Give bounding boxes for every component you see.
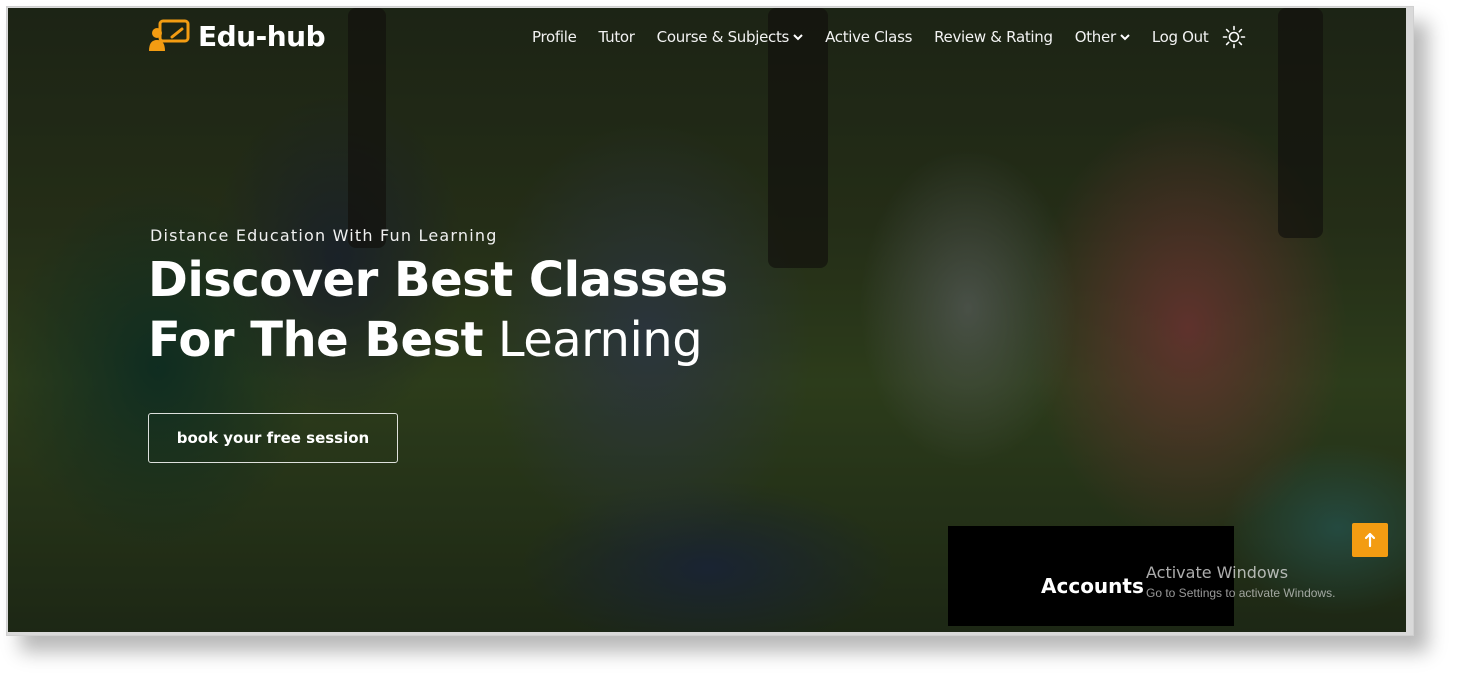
site-logo[interactable]: Edu-hub [148, 19, 326, 53]
headline-line-2-bold: For The Best [148, 312, 484, 368]
brand-name: Edu-hub [198, 19, 326, 53]
headline-line-2: For The Best Learning [148, 310, 728, 370]
teacher-board-icon [149, 19, 190, 51]
book-free-session-button[interactable]: book your free session [148, 413, 398, 463]
sun-icon[interactable] [1222, 25, 1246, 49]
chevron-down-icon [1120, 34, 1130, 41]
activate-windows-title: Activate Windows [1146, 563, 1289, 582]
nav-logout[interactable]: Log Out [1152, 28, 1209, 46]
nav-other[interactable]: Other [1075, 28, 1130, 46]
chevron-down-icon [793, 34, 803, 41]
scroll-to-top-button[interactable] [1352, 523, 1388, 557]
nav-course-subjects[interactable]: Course & Subjects [657, 28, 803, 46]
nav-review-rating[interactable]: Review & Rating [934, 28, 1053, 46]
main-nav: Profile Tutor Course & Subjects Active C… [532, 25, 1246, 49]
accounts-label[interactable]: Accounts [1041, 574, 1144, 598]
headline-line-1: Discover Best Classes [148, 250, 728, 310]
headline-line-1-text: Discover Best Classes [148, 252, 728, 308]
nav-course-subjects-label: Course & Subjects [656, 28, 790, 46]
activate-windows-subtitle: Go to Settings to activate Windows. [1146, 586, 1336, 600]
arrow-up-icon [1364, 532, 1376, 548]
nav-active-class[interactable]: Active Class [825, 28, 912, 46]
nav-profile[interactable]: Profile [532, 28, 577, 46]
nav-tutor[interactable]: Tutor [599, 28, 635, 46]
headline-line-2-light: Learning [497, 312, 703, 368]
hero-headline: Discover Best Classes For The Best Learn… [148, 250, 728, 370]
nav-other-label: Other [1074, 28, 1116, 46]
hero-tagline: Distance Education With Fun Learning [150, 226, 498, 245]
